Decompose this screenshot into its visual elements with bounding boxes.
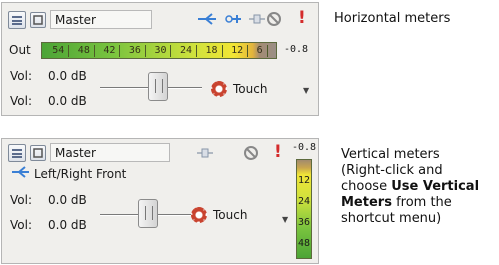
meter-tick: 24 xyxy=(297,196,311,207)
meter-tick: 36 xyxy=(129,44,146,57)
automation-gear-icon[interactable] xyxy=(211,81,227,97)
volume-label: Vol: xyxy=(10,69,32,83)
peak-readout: -0.8 xyxy=(292,142,317,153)
volume-label: Vol: xyxy=(10,94,32,108)
volume-slider-thumb[interactable] xyxy=(138,199,158,228)
meter-tick: 36 xyxy=(297,217,311,228)
output-assignment-label[interactable]: Left/Right Front xyxy=(34,167,126,181)
meter-tick: 12 xyxy=(297,175,311,186)
meter-tick: 54 xyxy=(52,44,70,57)
meter-tick: 18 xyxy=(206,44,223,57)
bus-menu-icon[interactable] xyxy=(8,143,26,162)
annotation-vertical: Vertical meters (Right-click and choose … xyxy=(341,147,479,227)
bus-name-field[interactable]: Master xyxy=(50,10,152,29)
volume-slider-thumb[interactable] xyxy=(148,72,168,101)
annotation-text: from the xyxy=(391,195,452,210)
volume-value: 0.0 dB xyxy=(48,218,87,232)
routing-icon[interactable] xyxy=(196,12,218,29)
meter-tick: 48 xyxy=(78,44,95,57)
annotation-line: Vertical meters xyxy=(341,147,440,162)
meter-tick: 48 xyxy=(297,238,311,249)
fx-chain-icon[interactable] xyxy=(248,12,266,29)
master-bus-panel-horizontal: Master ! Out 54 48 42 36 30 24 18 12 6 -… xyxy=(1,2,319,116)
warning-icon: ! xyxy=(274,142,282,162)
vertical-level-meter: 12 24 36 48 xyxy=(296,159,312,259)
annotation-line: choose Use Vertical xyxy=(341,179,479,195)
mute-toggle-icon[interactable] xyxy=(30,144,46,161)
annotation-line: shortcut menu) xyxy=(341,211,442,226)
horizontal-level-meter: 54 48 42 36 30 24 18 12 6 xyxy=(41,42,277,59)
chevron-down-icon[interactable]: ▼ xyxy=(282,215,288,224)
mute-circle-icon[interactable] xyxy=(266,11,282,30)
volume-label: Vol: xyxy=(10,218,32,232)
out-label: Out xyxy=(9,43,31,57)
routing-icon[interactable] xyxy=(10,165,30,182)
meter-tick: 24 xyxy=(180,44,198,57)
chevron-down-icon[interactable]: ▼ xyxy=(303,86,309,95)
annotation-emphasis: Use Vertical xyxy=(391,179,480,194)
annotation-emphasis: Meters xyxy=(341,195,392,210)
insert-fx-icon[interactable] xyxy=(224,12,242,29)
warning-icon: ! xyxy=(298,8,306,28)
meter-tick: 12 xyxy=(231,44,249,57)
meter-tick: 6 xyxy=(257,44,268,57)
bus-name-field[interactable]: Master xyxy=(50,143,170,162)
fx-chain-icon[interactable] xyxy=(196,146,214,163)
annotation-horizontal: Horizontal meters xyxy=(334,11,451,26)
annotation-line: Meters from the xyxy=(341,195,479,211)
meter-tick: 42 xyxy=(103,44,121,57)
master-bus-panel-vertical: Master ! -0.8 Left/Right Front Vol: 0.0 … xyxy=(1,138,319,264)
volume-value: 0.0 dB xyxy=(48,69,87,83)
volume-value: 0.0 dB xyxy=(48,94,87,108)
mute-toggle-icon[interactable] xyxy=(30,11,46,28)
annotation-line: (Right-click and xyxy=(341,163,443,178)
volume-label: Vol: xyxy=(10,193,32,207)
meter-tick: 30 xyxy=(154,44,172,57)
annotation-text: choose xyxy=(341,179,392,194)
automation-gear-icon[interactable] xyxy=(191,207,207,223)
automation-mode-label[interactable]: Touch xyxy=(233,82,267,96)
automation-mode-label[interactable]: Touch xyxy=(213,208,247,222)
bus-menu-icon[interactable] xyxy=(8,10,26,29)
volume-value: 0.0 dB xyxy=(48,193,87,207)
mute-circle-icon[interactable] xyxy=(243,145,259,164)
peak-readout: -0.8 xyxy=(284,44,309,55)
